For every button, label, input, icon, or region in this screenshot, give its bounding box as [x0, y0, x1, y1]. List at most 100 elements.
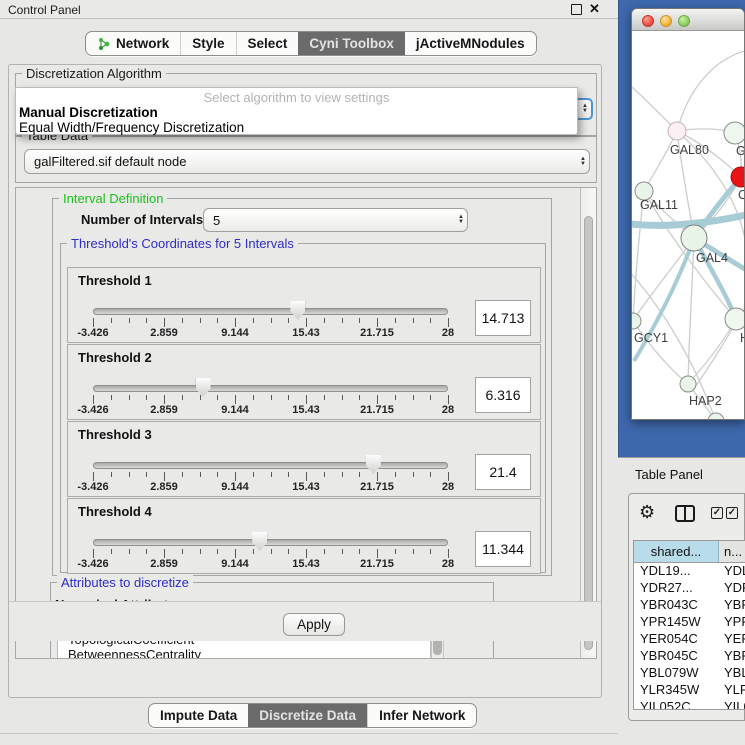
table-row[interactable]: YER054CYER0...: [634, 631, 745, 648]
spinner-arrows-icon: ▲▼: [582, 104, 588, 114]
table-row[interactable]: YBR045CYBR0...: [634, 648, 745, 665]
tab-jactivemnodules[interactable]: jActiveMNodules: [405, 32, 536, 55]
network-edge[interactable]: [692, 286, 745, 391]
table-cell[interactable]: YER0...: [719, 631, 745, 648]
tab-discretize-data[interactable]: Discretize Data: [248, 704, 367, 727]
threshold-1-label: Threshold 1: [78, 273, 152, 288]
network-node-gal80[interactable]: [668, 122, 686, 140]
number-of-intervals-combobox[interactable]: 5 ▲▼: [203, 208, 468, 232]
table-cell[interactable]: YLR345W: [634, 682, 719, 699]
tab-cyni-toolbox[interactable]: Cyni Toolbox: [298, 32, 405, 55]
table-cell[interactable]: YIL052C: [634, 699, 719, 710]
threshold-2-value-field[interactable]: [475, 377, 531, 413]
attribute-item[interactable]: BetweennessCentrality: [58, 647, 430, 659]
slider-tick-label: 28: [442, 558, 454, 570]
slider-tick-label: -3.426: [77, 404, 108, 416]
apply-button[interactable]: Apply: [283, 613, 345, 636]
gear-icon[interactable]: ⚙: [639, 502, 655, 522]
network-node-hap2[interactable]: [680, 376, 696, 392]
threshold-3-slider-thumb[interactable]: [366, 455, 381, 474]
slider-tick-label: 15.43: [292, 327, 320, 339]
checkbox-checked-icon[interactable]: ✓: [711, 507, 723, 519]
column-header-shared[interactable]: shared...: [634, 541, 719, 562]
scrollbar-thumb[interactable]: [584, 216, 593, 650]
table-cell[interactable]: YDR2...: [719, 580, 745, 597]
network-node-gal4[interactable]: [681, 225, 707, 251]
table-row[interactable]: YBR043CYBR0...: [634, 597, 745, 614]
threshold-3-value-field[interactable]: [475, 454, 531, 490]
settings-scrollpane: Interval Definition Number of Intervals …: [15, 187, 597, 659]
table-row[interactable]: YIL052CYIL0...: [634, 699, 745, 710]
network-node-h[interactable]: [725, 308, 745, 330]
tab-style[interactable]: Style: [180, 32, 235, 55]
checkbox-checked-icon[interactable]: ✓: [726, 507, 738, 519]
float-window-icon[interactable]: [571, 4, 582, 15]
table-cell[interactable]: YBL079W: [634, 665, 719, 682]
table-row[interactable]: YLR345WYLR3...: [634, 682, 745, 699]
threshold-4-value-field[interactable]: [475, 531, 531, 567]
table-cell[interactable]: YBR043C: [634, 597, 719, 614]
network-node-gcy1[interactable]: [632, 313, 641, 329]
table-row[interactable]: YDL19...YDL1...: [634, 563, 745, 580]
cyni-bottom-tabbar: Impute Data Discretize Data Infer Networ…: [148, 703, 477, 728]
threshold-2-slider-track[interactable]: [93, 385, 448, 392]
settings-vertical-scrollbar[interactable]: [580, 188, 596, 658]
table-data-combobox[interactable]: galFiltered.sif default node ▲▼: [24, 149, 590, 174]
node-table: shared... n... YDL19...YDL1...YDR27...YD…: [633, 540, 745, 710]
dropdown-option-equal-width-frequency[interactable]: Equal Width/Frequency Discretization: [19, 120, 244, 135]
table-row[interactable]: YBL079WYBL0...: [634, 665, 745, 682]
threshold-1-slider-thumb[interactable]: [290, 301, 305, 320]
table-cell[interactable]: YPR1...: [719, 614, 745, 631]
tab-network[interactable]: Network: [86, 32, 180, 55]
slider-tick-label: 2.859: [150, 481, 178, 493]
network-edge-highlighted[interactable]: [632, 213, 745, 225]
slider-tick-label: 15.43: [292, 558, 320, 570]
threshold-4-slider-thumb[interactable]: [252, 532, 267, 551]
table-cell[interactable]: YDR27...: [634, 580, 719, 597]
network-node-ga[interactable]: [724, 122, 745, 144]
close-icon[interactable]: ✕: [589, 1, 600, 17]
threshold-3-slider-track[interactable]: [93, 462, 448, 469]
network-edge[interactable]: [677, 49, 745, 131]
threshold-4-slider-track[interactable]: [93, 539, 448, 546]
tab-impute-data[interactable]: Impute Data: [149, 704, 248, 727]
network-edge[interactable]: [644, 131, 677, 191]
number-of-intervals-value: 5: [213, 213, 220, 228]
control-panel-tabbar: Network Style Select Cyni Toolbox jActiv…: [85, 31, 537, 56]
network-edge[interactable]: [688, 319, 736, 384]
slider-tick-label: 21.715: [360, 558, 394, 570]
table-cell[interactable]: YBR0...: [719, 648, 745, 665]
table-row[interactable]: YPR145WYPR1...: [634, 614, 745, 631]
threshold-4-label: Threshold 4: [78, 504, 152, 519]
slider-tick-label: 9.144: [221, 404, 249, 416]
table-cell[interactable]: YBL0...: [719, 665, 745, 682]
tab-select[interactable]: Select: [236, 32, 299, 55]
threshold-1-value-field[interactable]: [475, 300, 531, 336]
table-cell[interactable]: YER054C: [634, 631, 719, 648]
table-cell[interactable]: YIL0...: [719, 699, 745, 710]
table-cell[interactable]: YBR045C: [634, 648, 719, 665]
table-cell[interactable]: YDL1...: [719, 563, 745, 580]
table-cell[interactable]: YDL19...: [634, 563, 719, 580]
threshold-1-slider-track[interactable]: [93, 308, 448, 315]
threshold-2-slider-thumb[interactable]: [196, 378, 211, 397]
thresholds-group: Threshold's Coordinates for 5 Intervals …: [60, 243, 546, 573]
network-window-titlebar[interactable]: [632, 9, 745, 31]
dropdown-option-manual-discretization[interactable]: Manual Discretization: [19, 105, 158, 120]
control-panel-titlebar: Control Panel ✕: [0, 0, 618, 19]
mac-minimize-button[interactable]: [660, 15, 672, 27]
network-canvas[interactable]: GAL80GACGAL11GAL4GCY1HHAP2: [632, 31, 745, 420]
table-row[interactable]: YDR27...YDR2...: [634, 580, 745, 597]
table-cell[interactable]: YBR0...: [719, 597, 745, 614]
tab-impute-data-label: Impute Data: [160, 708, 237, 723]
mac-close-button[interactable]: [642, 15, 654, 27]
network-node-label: H: [740, 331, 745, 345]
split-columns-icon[interactable]: [675, 505, 695, 522]
threshold-2-label: Threshold 2: [78, 350, 152, 365]
table-cell[interactable]: YPR145W: [634, 614, 719, 631]
tab-infer-network[interactable]: Infer Network: [367, 704, 476, 727]
column-header-name[interactable]: n...: [719, 541, 745, 562]
mac-zoom-button[interactable]: [678, 15, 690, 27]
network-edge[interactable]: [632, 81, 677, 131]
table-cell[interactable]: YLR3...: [719, 682, 745, 699]
